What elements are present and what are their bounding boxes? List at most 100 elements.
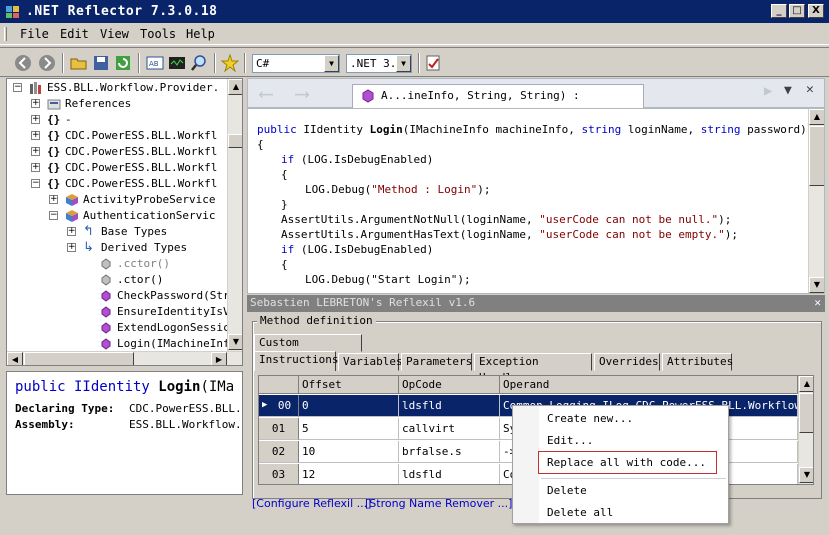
menu-view[interactable]: View	[100, 27, 129, 41]
close-panel-icon[interactable]: ✕	[814, 295, 821, 311]
scroll-down-arrow-icon[interactable]: ▼	[799, 467, 813, 483]
tree-item[interactable]: .cctor()	[7, 256, 227, 272]
tab-variables[interactable]: Variables	[338, 353, 403, 371]
cell-offset[interactable]: 5	[299, 418, 399, 440]
tree-item[interactable]: − AuthenticationServic	[7, 208, 227, 224]
document-tab[interactable]: A...ineInfo, String, String) : IIdentity	[352, 84, 644, 124]
tree-item[interactable]: + {} -	[7, 112, 227, 128]
menu-tools[interactable]: Tools	[140, 27, 176, 41]
grid-vertical-scrollbar[interactable]: ▲ ▼	[798, 376, 813, 484]
code-vertical-scrollbar[interactable]: ▲ ▼	[808, 109, 824, 293]
tab-exception-handlers[interactable]: Exception Handlers	[474, 353, 592, 384]
nav-forward-icon[interactable]: ⟶	[296, 81, 308, 105]
tree-item[interactable]: + ↳ Derived Types	[7, 240, 227, 256]
tree-item[interactable]: + {} CDC.PowerESS.BLL.Workfl	[7, 144, 227, 160]
scroll-down-arrow-icon[interactable]: ▼	[809, 277, 824, 293]
scroll-left-arrow-icon[interactable]: ◀	[7, 352, 23, 365]
tab-instructions[interactable]: Instructions	[254, 351, 338, 371]
expand-icon[interactable]: +	[31, 147, 40, 156]
chevron-down-icon[interactable]: ▼	[324, 55, 339, 72]
context-replace-all-with-code[interactable]: Replace all with code...	[547, 456, 706, 469]
expand-icon[interactable]: +	[67, 243, 76, 252]
tree-horizontal-scrollbar[interactable]: ◀ ▶	[7, 351, 242, 365]
tab-list-icon[interactable]: ▼	[784, 83, 792, 98]
row-header[interactable]: ▶ 00	[259, 395, 299, 417]
collapse-icon[interactable]: −	[13, 83, 22, 92]
tree-item[interactable]: EnsureIdentityIsV	[7, 304, 230, 320]
menu-help[interactable]: Help	[186, 27, 215, 41]
code-view[interactable]: public IIdentity Login(IMachineInfo mach…	[247, 108, 825, 294]
expand-icon[interactable]: +	[31, 131, 40, 140]
refresh-icon[interactable]	[114, 54, 132, 72]
tab-attributes[interactable]: Attributes	[662, 353, 733, 371]
cell-offset[interactable]: 0	[299, 395, 399, 417]
tab-scroll-right-icon[interactable]: ▶	[764, 83, 772, 99]
context-create-new[interactable]: Create new...	[547, 412, 633, 425]
column-header-operand[interactable]: Operand	[500, 376, 798, 394]
cell-opcode[interactable]: brfalse.s	[399, 441, 500, 463]
cell-offset[interactable]: 10	[299, 441, 399, 463]
analyzer-icon[interactable]	[168, 54, 186, 72]
cell-offset[interactable]: 12	[299, 464, 399, 484]
search-icon[interactable]	[190, 54, 208, 72]
open-folder-icon[interactable]	[70, 54, 88, 72]
configure-reflexil-link[interactable]: [Configure Reflexil ...]	[252, 497, 371, 510]
assembly-value[interactable]: ESS.BLL.Workflow.	[129, 418, 242, 431]
column-header-opcode[interactable]: OpCode	[399, 376, 500, 394]
assembly-tree[interactable]: − ESS.BLL.Workflow.Provider. + References + {…	[6, 78, 243, 366]
menu-edit[interactable]: Edit	[60, 27, 89, 41]
scroll-up-arrow-icon[interactable]: ▲	[809, 109, 824, 125]
language-select[interactable]: C# ▼	[252, 54, 340, 73]
cell-opcode[interactable]: callvirt	[399, 418, 500, 440]
disassembler-icon[interactable]: AB	[146, 54, 164, 72]
scroll-up-arrow-icon[interactable]: ▲	[799, 376, 813, 392]
row-header[interactable]: 02	[259, 441, 299, 463]
expand-icon[interactable]: +	[31, 115, 40, 124]
expand-icon[interactable]: +	[31, 99, 40, 108]
scroll-thumb[interactable]	[228, 134, 242, 148]
reflexil-addin-icon[interactable]	[424, 54, 442, 72]
row-header[interactable]: 03	[259, 464, 299, 484]
tree-item[interactable]: + {} CDC.PowerESS.BLL.Workfl	[7, 128, 227, 144]
tab-parameters[interactable]: Parameters	[401, 353, 472, 371]
strong-name-remover-link[interactable]: [Strong Name Remover ...]	[365, 497, 512, 510]
expand-icon[interactable]: +	[31, 163, 40, 172]
scroll-down-arrow-icon[interactable]: ▼	[228, 334, 242, 350]
expand-icon[interactable]: +	[49, 195, 58, 204]
expand-icon[interactable]: +	[67, 227, 76, 236]
tree-item[interactable]: .ctor()	[7, 272, 227, 288]
menu-file[interactable]: File	[20, 27, 49, 41]
collapse-icon[interactable]: −	[49, 211, 58, 220]
cell-opcode[interactable]: ldsfld	[399, 395, 500, 417]
tab-custom-attributes[interactable]: Custom attributes	[254, 334, 362, 365]
forward-icon[interactable]	[38, 54, 56, 72]
save-icon[interactable]	[92, 54, 110, 72]
scroll-thumb[interactable]	[24, 352, 134, 365]
bookmark-star-icon[interactable]	[221, 54, 239, 72]
back-icon[interactable]	[14, 54, 32, 72]
tree-item[interactable]: + ↰ Base Types	[7, 224, 227, 240]
column-header-offset[interactable]: Offset	[299, 376, 399, 394]
tab-overrides[interactable]: Overrides	[594, 353, 660, 371]
tree-item[interactable]: −{} CDC.PowerESS.BLL.Workfl	[7, 176, 227, 192]
declaring-type-value[interactable]: CDC.PowerESS.BLL.	[129, 402, 242, 415]
context-delete-all[interactable]: Delete all	[547, 506, 613, 519]
scroll-right-arrow-icon[interactable]: ▶	[211, 352, 227, 365]
collapse-icon[interactable]: −	[31, 179, 40, 188]
row-header[interactable]: 01	[259, 418, 299, 440]
tree-item[interactable]: CheckPassword(Str	[7, 288, 230, 304]
minimize-button[interactable]: _	[771, 4, 787, 18]
scroll-up-arrow-icon[interactable]: ▲	[228, 79, 242, 95]
scroll-thumb[interactable]	[799, 393, 813, 433]
tree-item[interactable]: + ActivityProbeService	[7, 192, 227, 208]
scroll-thumb[interactable]	[809, 126, 824, 186]
cell-opcode[interactable]: ldsfld	[399, 464, 500, 484]
context-delete[interactable]: Delete	[547, 484, 587, 497]
maximize-button[interactable]: □	[789, 4, 805, 18]
tree-item[interactable]: − ESS.BLL.Workflow.Provider.	[7, 80, 227, 96]
tree-item[interactable]: ExtendLogonSessic	[7, 320, 230, 336]
nav-back-icon[interactable]: ⟵	[260, 81, 272, 105]
tree-vertical-scrollbar[interactable]: ▲ ▼	[227, 79, 242, 351]
tree-item[interactable]: Login(IMachineInf	[7, 336, 230, 352]
close-button[interactable]: X	[808, 4, 824, 18]
